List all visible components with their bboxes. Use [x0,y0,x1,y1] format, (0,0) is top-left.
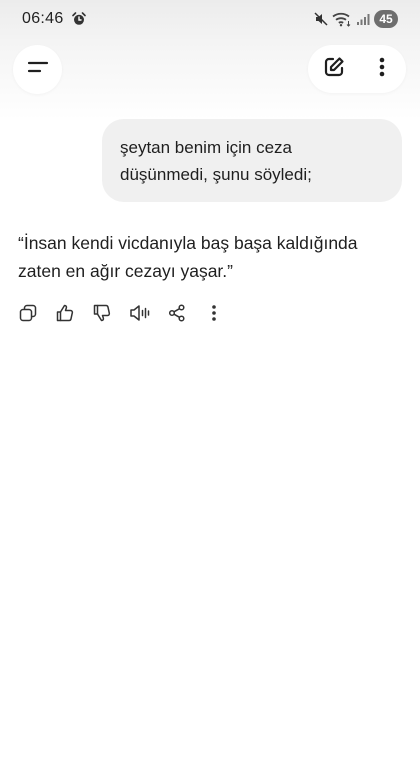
battery-level: 45 [379,12,393,26]
battery-icon: 45 [374,10,398,28]
edit-icon [322,55,346,84]
header-actions [308,45,406,93]
thumbs-up-icon [56,304,74,327]
status-time: 06:46 [22,10,64,27]
response-actions [0,300,420,330]
menu-button[interactable] [13,45,62,94]
response-message: “İnsan kendi vicdanıyla baş başa kaldığı… [18,229,402,285]
more-vertical-icon [211,304,217,327]
more-vertical-icon [379,57,385,82]
wifi-icon [332,11,352,27]
thumbs-up-button[interactable] [51,300,79,330]
response-line: “İnsan kendi vicdanıyla baş başa kaldığı… [18,233,358,253]
read-aloud-button[interactable] [126,300,154,330]
user-message-line: düşünmedi, şunu söyledi; [120,165,312,184]
thumbs-down-button[interactable] [88,300,116,330]
status-bar: 06:46 45 [0,0,420,40]
more-options-button[interactable] [364,51,400,87]
signal-icon [356,12,370,26]
thumbs-down-icon [93,304,111,327]
alarm-icon [72,12,86,26]
menu-icon [27,59,49,80]
status-icons: 45 [314,9,398,29]
read-aloud-icon [129,304,151,327]
user-message-bubble[interactable]: şeytan benim için ceza düşünmedi, şunu s… [102,119,402,202]
copy-button[interactable] [14,300,42,330]
response-line: zaten en ağır cezayı yaşar.” [18,261,233,281]
user-message-line: şeytan benim için ceza [120,138,292,157]
share-icon [168,303,186,327]
share-button[interactable] [163,300,191,330]
new-chat-button[interactable] [316,51,352,87]
copy-icon [19,304,37,327]
mute-icon [314,12,328,26]
response-more-button[interactable] [200,300,228,330]
